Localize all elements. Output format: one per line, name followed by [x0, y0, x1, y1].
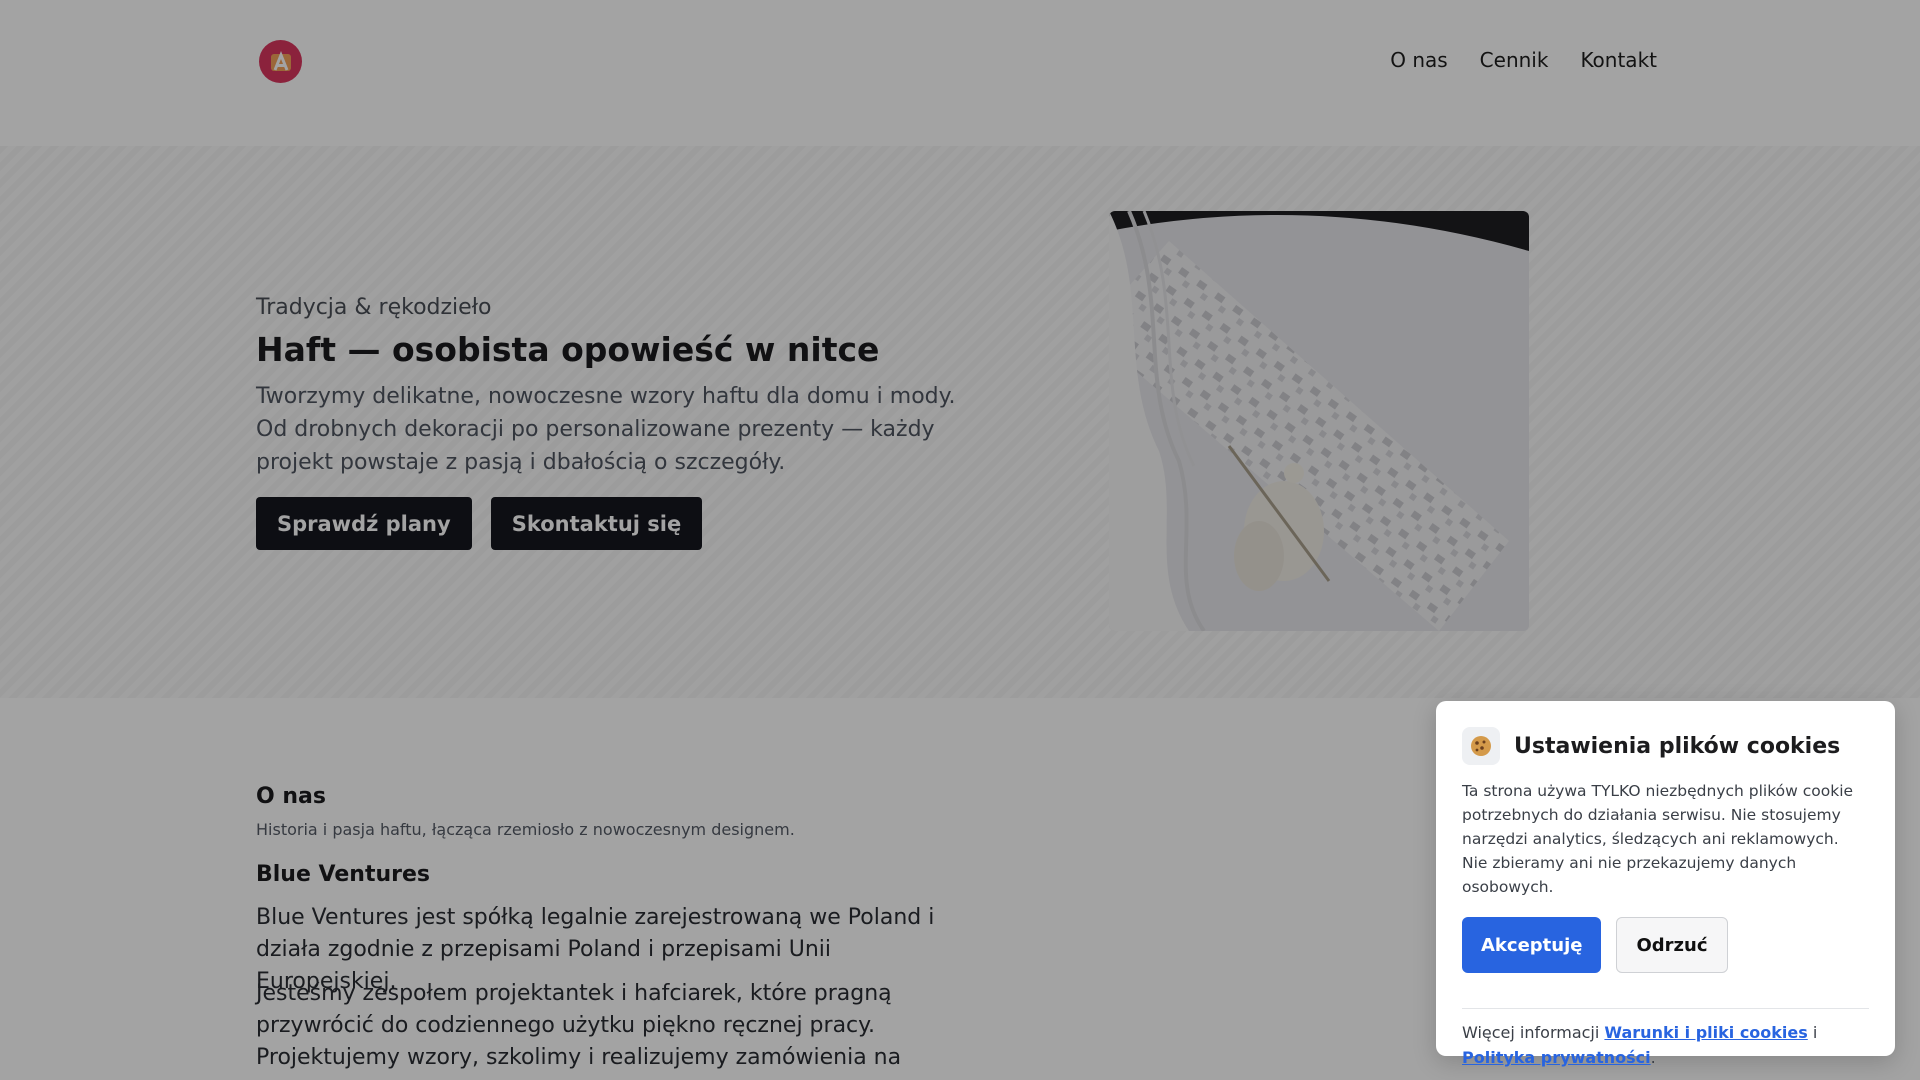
- terms-cookies-link[interactable]: Warunki i pliki cookies: [1604, 1023, 1807, 1042]
- link-connector: i: [1812, 1023, 1818, 1042]
- cookie-divider: [1462, 1008, 1869, 1009]
- more-info-suffix: .: [1650, 1048, 1656, 1067]
- cookie-buttons: Akceptuję Odrzuć: [1462, 917, 1869, 973]
- cookie-title: Ustawienia plików cookies: [1514, 733, 1841, 759]
- cookie-description: Ta strona używa TYLKO niezbędnych plików…: [1462, 782, 1854, 896]
- reject-cookies-button[interactable]: Odrzuć: [1616, 917, 1728, 973]
- cookie-glyph-icon: [1471, 736, 1491, 756]
- cookie-more-info: Więcej informacji Warunki i pliki cookie…: [1462, 1020, 1869, 1070]
- more-info-prefix: Więcej informacji: [1462, 1023, 1600, 1042]
- page: O nas Cennik Kontakt Tradycja & rękodzie…: [0, 0, 1920, 1080]
- cookie-banner: Ustawienia plików cookies Ta strona używ…: [1436, 701, 1895, 1067]
- cookie-icon: [1462, 727, 1500, 765]
- accept-cookies-button[interactable]: Akceptuję: [1462, 917, 1602, 973]
- privacy-policy-link[interactable]: Polityka prywatności: [1462, 1048, 1651, 1067]
- cookie-header: Ustawienia plików cookies: [1462, 727, 1869, 765]
